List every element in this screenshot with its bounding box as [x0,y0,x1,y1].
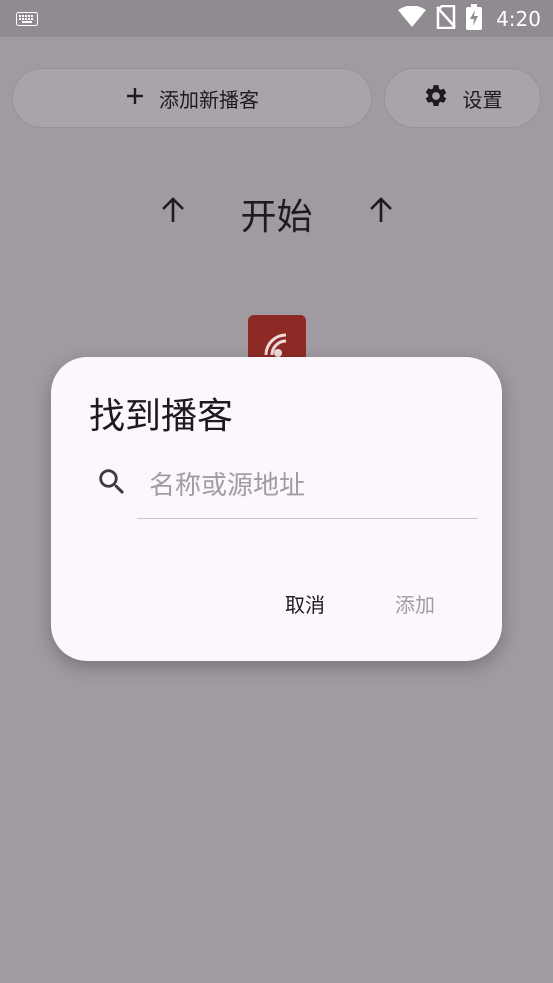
status-time: 4:20 [496,6,541,31]
find-podcast-dialog: 找到播客 取消 添加 [51,357,502,661]
gear-icon [423,83,449,114]
search-input[interactable] [137,453,478,519]
settings-button[interactable]: 设置 [384,68,541,128]
add-podcast-label: 添加新播客 [159,87,259,112]
cancel-button[interactable]: 取消 [277,585,333,622]
start-hint: 开始 [0,182,553,240]
add-podcast-button[interactable]: 添加新播客 [12,68,372,128]
keyboard-icon [16,11,38,30]
search-icon [95,465,129,503]
status-bar: 4:20 [0,0,553,37]
start-label: 开始 [240,197,313,238]
no-sim-icon [436,4,457,33]
wifi-icon [398,5,427,32]
dialog-title: 找到播客 [89,396,234,437]
arrow-up-icon [368,196,394,228]
battery-charging-icon [466,3,483,34]
settings-label: 设置 [462,87,503,112]
plus-icon [125,86,145,111]
add-confirm-button[interactable]: 添加 [387,585,443,622]
